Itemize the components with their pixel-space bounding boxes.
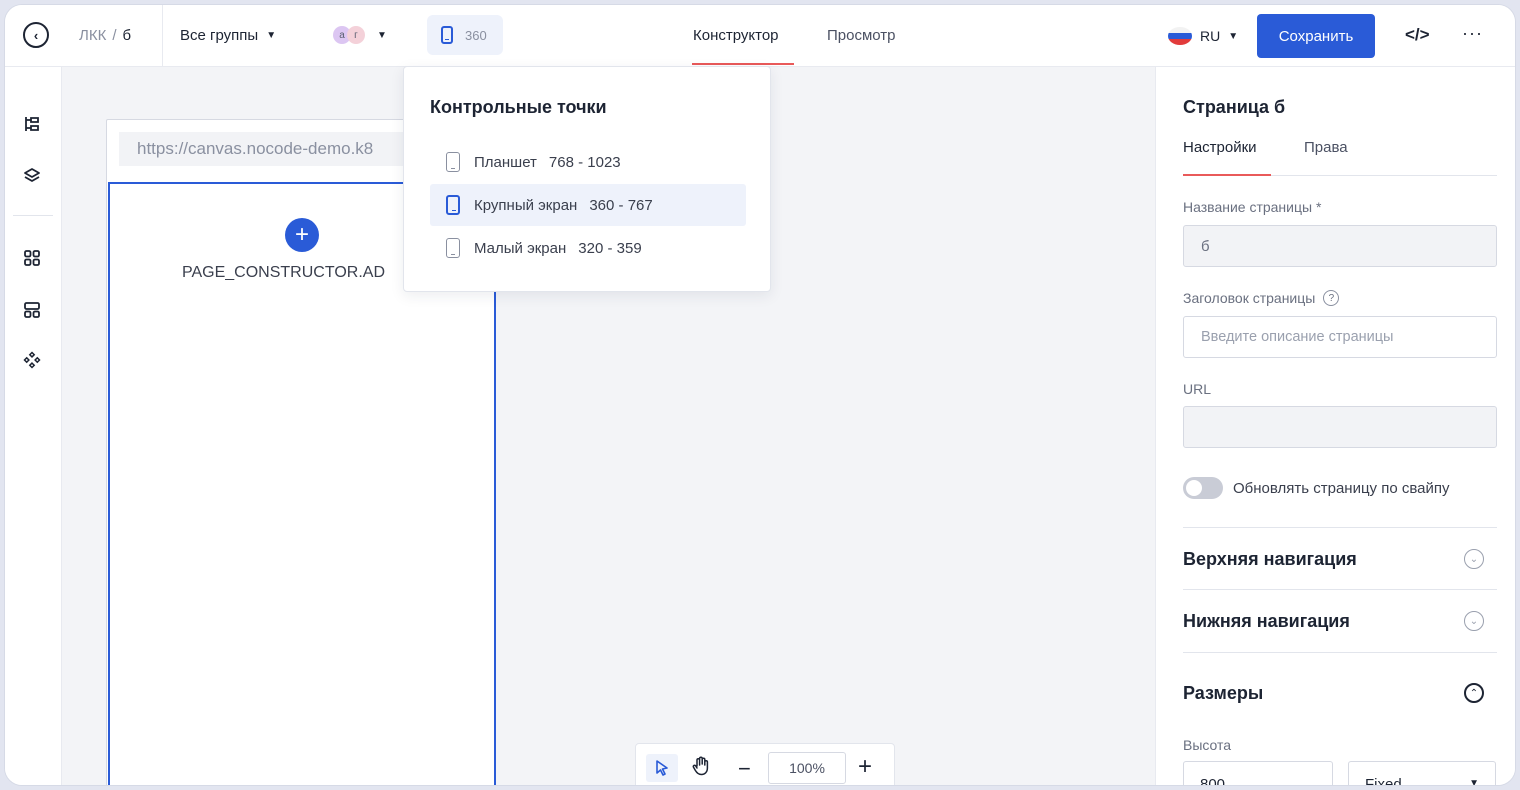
tree-structure-icon[interactable] [21, 113, 43, 135]
section-divider [1183, 527, 1497, 528]
option-range: 360 - 767 [589, 196, 653, 214]
templates-icon[interactable] [21, 299, 43, 321]
option-name: Крупный экран [474, 196, 578, 214]
cursor-icon[interactable] [646, 754, 678, 782]
save-button[interactable]: Сохранить [1257, 14, 1375, 58]
chevron-down-icon: ▼ [377, 29, 387, 41]
chevron-down-icon: ▼ [1469, 778, 1479, 786]
zoom-in-icon[interactable]: + [858, 753, 872, 781]
page-heading-input[interactable]: Введите описание страницы [1183, 316, 1497, 358]
height-mode-select[interactable]: Fixed ▼ [1348, 761, 1496, 786]
phone-icon [441, 26, 453, 44]
url-label: URL [1183, 381, 1212, 397]
option-range: 320 - 359 [578, 239, 642, 257]
code-icon[interactable]: </> [1405, 25, 1430, 45]
page-heading-label-text: Заголовок страницы [1183, 290, 1316, 306]
breadcrumb-separator: / [112, 27, 117, 44]
active-tab-indicator [1183, 174, 1271, 176]
help-icon[interactable]: ? [1323, 290, 1340, 306]
breakpoint-button[interactable]: 360 [427, 15, 503, 55]
hand-icon[interactable] [692, 756, 710, 776]
breakpoint-option-tablet[interactable]: Планшет 768 - 1023 [430, 141, 746, 183]
height-input[interactable]: 800 [1183, 761, 1333, 785]
more-icon[interactable]: ··· [1462, 23, 1483, 44]
breakpoint-option-small[interactable]: Малый экран 320 - 359 [430, 227, 746, 269]
dropdown-title: Контрольные точки [430, 97, 607, 117]
chevron-up-icon[interactable]: ⌃ [1464, 683, 1484, 703]
app-window: ‹ ЛКК / б Все группы ▼ а г ▼ 360 Констру… [4, 4, 1516, 786]
swipe-refresh-label: Обновлять страницу по свайпу [1233, 479, 1450, 497]
chevron-down-icon: ▼ [1228, 30, 1239, 42]
breadcrumb-current: б [122, 27, 132, 44]
section-divider [1183, 589, 1497, 590]
breadcrumb: ЛКК / б [79, 27, 131, 44]
russia-flag-icon [1168, 27, 1192, 45]
page-name-field[interactable]: б [1183, 225, 1497, 267]
panel-title: Страница б [1183, 97, 1286, 117]
back-button[interactable]: ‹ [23, 22, 49, 48]
bottom-navigation-section[interactable]: Нижняя навигация [1183, 611, 1350, 632]
top-navigation-section[interactable]: Верхняя навигация [1183, 549, 1357, 570]
tablet-icon [446, 152, 460, 172]
header-divider [162, 5, 163, 67]
page-name-label: Название страницы * [1183, 199, 1322, 215]
properties-panel: Страница б Настройки Права Название стра… [1155, 67, 1515, 786]
breakpoints-dropdown: Контрольные точки Планшет 768 - 1023 Кру… [403, 66, 771, 292]
chevron-down-icon[interactable]: ⌄ [1464, 611, 1484, 631]
phone-icon [446, 238, 460, 258]
integrations-icon[interactable] [21, 349, 43, 371]
height-mode-value: Fixed [1365, 776, 1402, 786]
phone-icon [446, 195, 460, 215]
left-toolbar [5, 67, 62, 785]
tab-constructor[interactable]: Конструктор [693, 27, 779, 44]
add-component-button[interactable]: + [285, 218, 319, 252]
breakpoint-value: 360 [465, 27, 487, 43]
groups-dropdown[interactable]: Все группы ▼ [180, 27, 276, 44]
components-grid-icon[interactable] [21, 247, 43, 269]
section-divider [1183, 652, 1497, 653]
language-label: RU [1200, 28, 1221, 44]
zoom-toolbar: − 100% + [635, 743, 895, 785]
groups-label: Все группы [180, 27, 259, 44]
tab-settings[interactable]: Настройки [1183, 139, 1257, 156]
plus-icon: + [294, 221, 309, 248]
zoom-input[interactable]: 100% [768, 752, 846, 784]
page-heading-label: Заголовок страницы ? [1183, 290, 1340, 306]
chevron-left-icon: ‹ [33, 27, 39, 43]
height-label: Высота [1183, 737, 1232, 753]
option-name: Малый экран [474, 239, 567, 257]
option-range: 768 - 1023 [548, 153, 621, 171]
option-name: Планшет [474, 153, 537, 171]
zoom-out-icon[interactable]: − [738, 756, 751, 782]
swipe-refresh-row: Обновлять страницу по свайпу [1183, 477, 1450, 499]
swipe-refresh-toggle[interactable] [1183, 477, 1223, 499]
language-selector[interactable]: RU ▼ [1168, 27, 1238, 45]
avatar: г [347, 26, 365, 44]
breakpoint-option-large[interactable]: Крупный экран 360 - 767 [430, 184, 746, 226]
top-bar: ‹ ЛКК / б Все группы ▼ а г ▼ 360 Констру… [5, 5, 1515, 67]
tab-rights[interactable]: Права [1304, 139, 1348, 156]
add-component-label: PAGE_CONSTRUCTOR.AD [182, 264, 385, 281]
breadcrumb-root[interactable]: ЛКК [79, 27, 106, 44]
users-dropdown[interactable]: а г ▼ [333, 26, 387, 44]
chevron-down-icon: ▼ [266, 30, 277, 41]
sizes-section[interactable]: Размеры [1183, 683, 1263, 704]
toolbar-divider [13, 215, 53, 216]
url-field[interactable] [1183, 406, 1497, 448]
tab-preview[interactable]: Просмотр [827, 27, 896, 44]
layers-icon[interactable] [21, 165, 43, 187]
chevron-down-icon[interactable]: ⌄ [1464, 549, 1484, 569]
active-tab-indicator [692, 63, 794, 65]
